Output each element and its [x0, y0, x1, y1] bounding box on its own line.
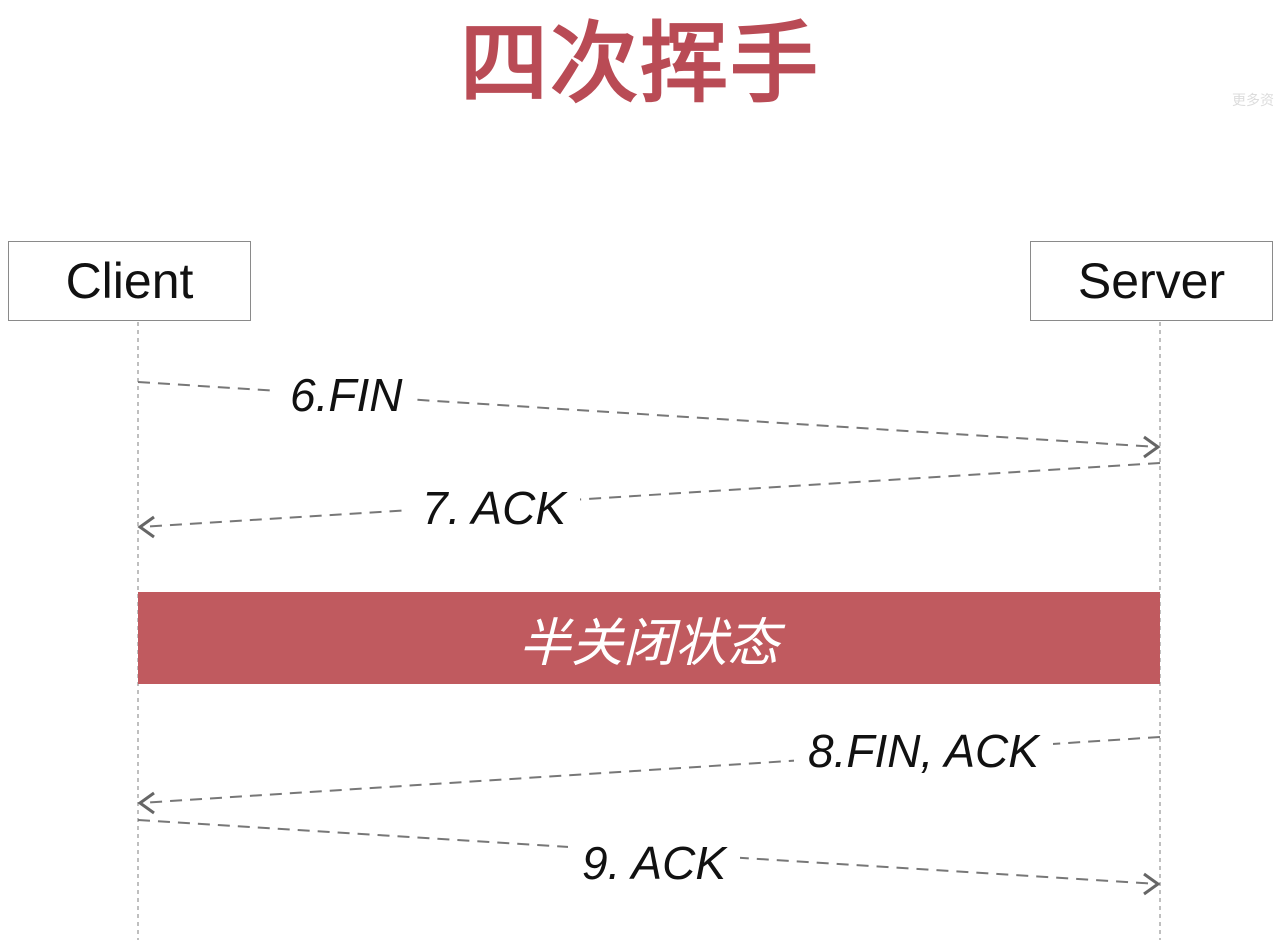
message-label-9: 9. ACK [568, 836, 741, 890]
message-label-8: 8.FIN, ACK [794, 724, 1053, 778]
half-close-state-label: 半关闭状态 [518, 613, 779, 674]
message-arrow-7 [139, 462, 1161, 528]
client-box: Client [8, 241, 251, 321]
server-box: Server [1030, 241, 1273, 321]
sequence-lines [137, 322, 1161, 940]
half-close-state-band: 半关闭状态 [138, 592, 1160, 684]
message-label-6: 6.FIN [276, 368, 417, 422]
four-way-handshake-diagram: 四次挥手 更多资 Client Server 6.FIN 7. ACK 半关闭状… [0, 0, 1280, 940]
message-label-7: 7. ACK [408, 481, 581, 535]
